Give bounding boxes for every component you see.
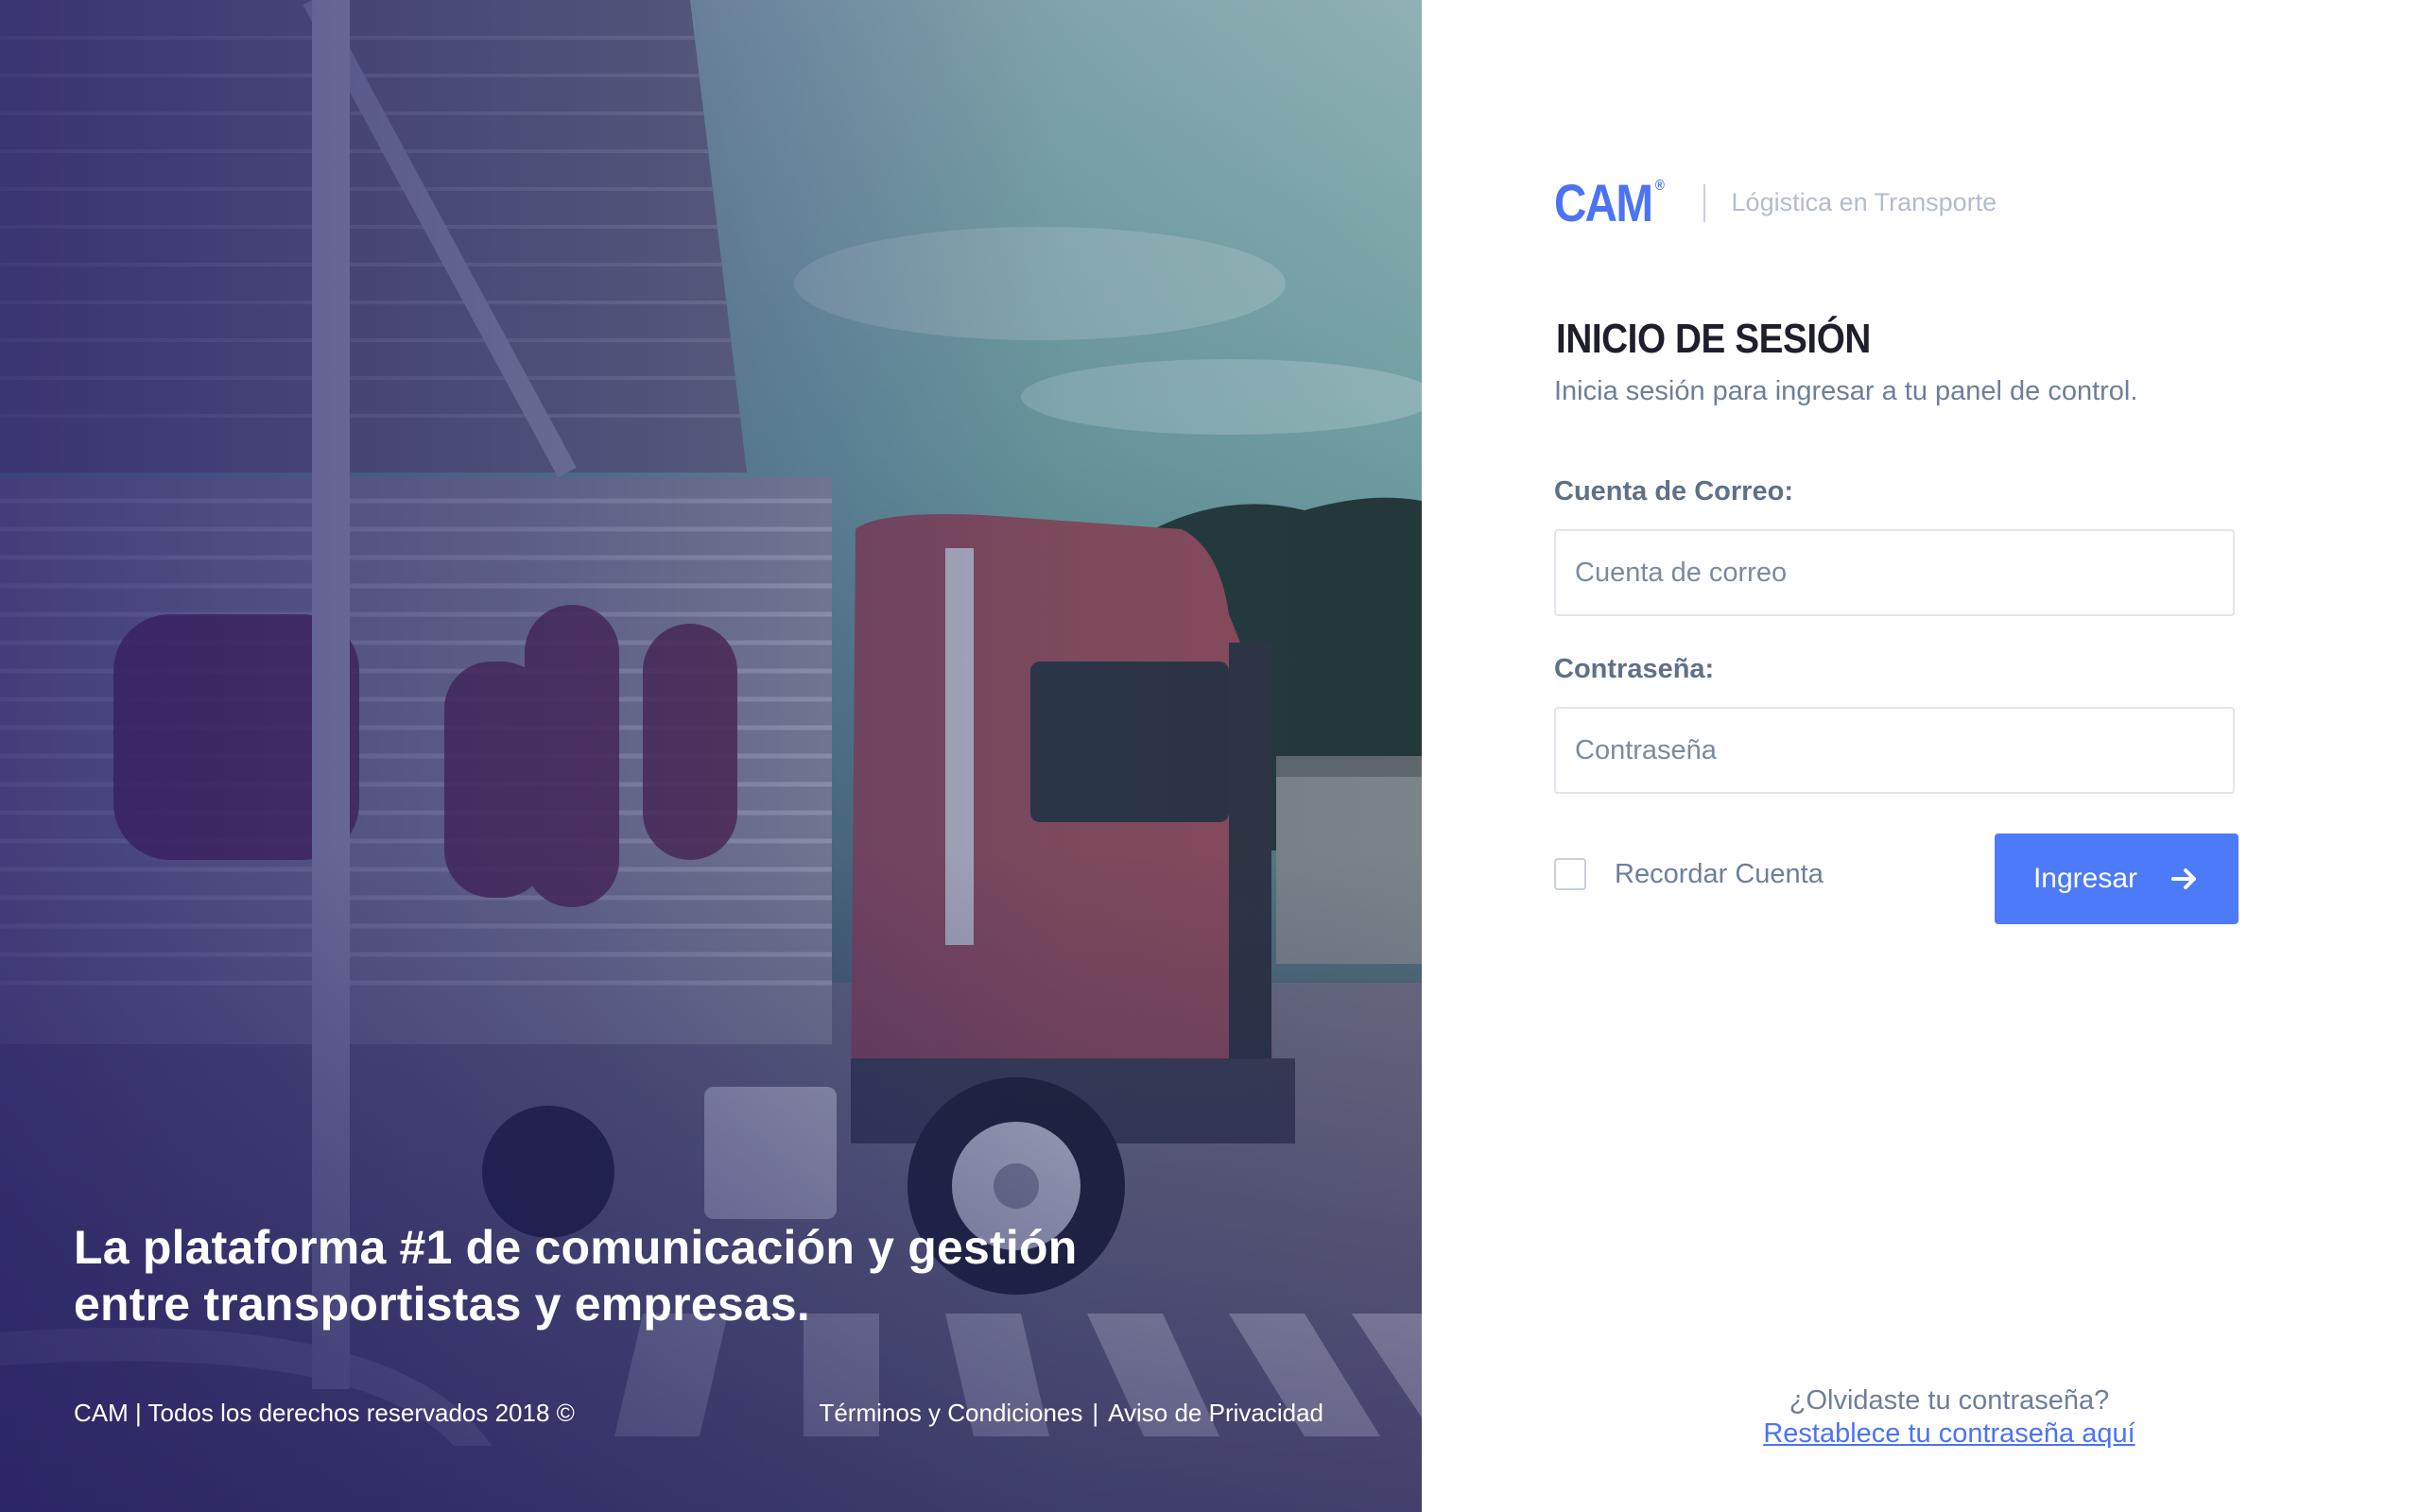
password-label: Contraseña:	[1554, 654, 1715, 684]
reset-password-link[interactable]: Restablece tu contraseña aquí	[1554, 1418, 2344, 1450]
email-label: Cuenta de Correo:	[1554, 476, 1793, 507]
brand-divider	[1703, 183, 1705, 222]
login-button-label: Ingresar	[2032, 863, 2138, 894]
forgot-password: ¿Olvidaste tu contraseña? Restablece tu …	[1422, 1385, 2420, 1450]
terms-link[interactable]: Términos y Condiciones	[819, 1399, 1082, 1428]
remember-checkbox[interactable]	[1554, 858, 1586, 890]
login-panel: CAM ® Lógistica en Transporte INICIO DE S…	[1422, 0, 2420, 1512]
legal-links: Términos y Condiciones | Aviso de Privac…	[819, 1399, 1323, 1428]
forgot-password-question: ¿Olvidaste tu contraseña?	[1789, 1385, 2110, 1416]
cam-logo-text: CAM	[1554, 173, 1653, 232]
login-subtitle: Inicia sesión para ingresar a tu panel d…	[1554, 376, 2138, 406]
hero-tagline-line1: La plataforma #1 de comunicación y gesti…	[74, 1221, 1078, 1274]
email-field[interactable]	[1554, 529, 2235, 616]
remember-label: Recordar Cuenta	[1615, 858, 1824, 889]
hero-footer: CAM | Todos los derechos reservados 2018…	[74, 1399, 1323, 1428]
login-title: INICIO DE SESIÓN	[1556, 316, 1871, 362]
password-field[interactable]	[1554, 707, 2235, 794]
cam-logo: CAM ®	[1554, 172, 1665, 233]
copyright-text: CAM | Todos los derechos reservados 2018…	[74, 1399, 575, 1427]
remember-account-option[interactable]: Recordar Cuenta	[1554, 858, 1824, 890]
hero-panel: La plataforma #1 de comunicación y gesti…	[0, 0, 1422, 1512]
hero-tagline: La plataforma #1 de comunicación y gesti…	[74, 1219, 1114, 1332]
brand-header: CAM ® Lógistica en Transporte	[1554, 172, 1996, 233]
legal-links-separator: |	[1092, 1399, 1099, 1427]
registered-mark: ®	[1654, 178, 1665, 194]
login-page: La plataforma #1 de comunicación y gesti…	[0, 0, 2420, 1512]
hero-tagline-line2: entre transportistas y empresas.	[74, 1278, 810, 1331]
arrow-right-icon	[2171, 868, 2197, 889]
brand-subtitle: Lógistica en Transporte	[1731, 188, 1997, 216]
login-button[interactable]: Ingresar	[1995, 833, 2238, 924]
privacy-link[interactable]: Aviso de Privacidad	[1108, 1399, 1323, 1428]
